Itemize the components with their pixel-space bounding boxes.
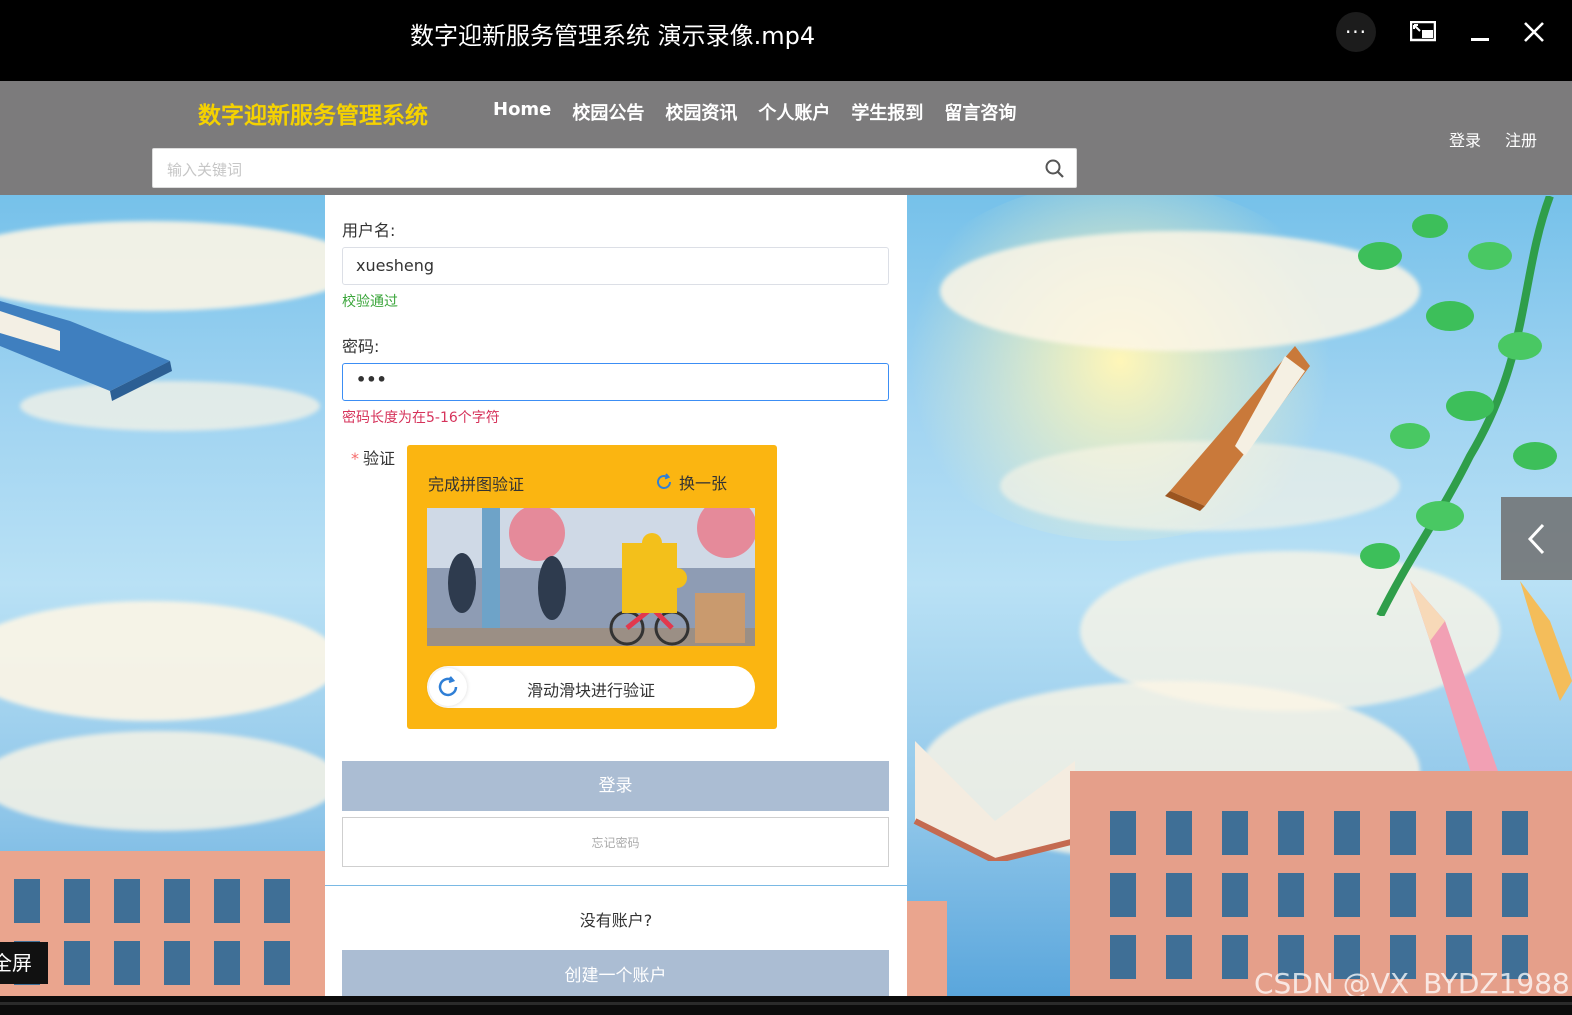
- no-account-text: 没有账户?: [579, 911, 653, 930]
- side-collapse-button[interactable]: [1501, 497, 1572, 580]
- captcha-slider-track: 滑动滑块进行验证: [427, 666, 755, 708]
- puzzle-captcha: 完成拼图验证 换一张 滑动滑块进行验证: [407, 445, 777, 729]
- nav-item-student-registration[interactable]: 学生报到: [851, 99, 923, 125]
- captcha-slider-text: 滑动滑块进行验证: [526, 681, 655, 700]
- captcha-refresh-button[interactable]: 换一张: [655, 470, 727, 494]
- picture-in-picture-button[interactable]: [1403, 12, 1443, 52]
- forgot-password-button[interactable]: 忘记密码: [342, 817, 889, 867]
- search-icon[interactable]: [1044, 158, 1066, 180]
- player-title-bar: 数字迎新服务管理系统 演示录像.mp4 ···: [0, 0, 1572, 81]
- password-value: •••: [356, 370, 387, 389]
- player-progress-bar[interactable]: [0, 996, 1572, 1015]
- chevron-left-icon: [1527, 523, 1544, 554]
- login-form: 用户名: xuesheng 校验通过 密码: ••• 密码长度为在5-16个字符…: [325, 195, 907, 885]
- more-options-button[interactable]: ···: [1336, 12, 1376, 52]
- username-label: 用户名:: [342, 221, 396, 240]
- main-nav: Home 校园公告 校园资讯 个人账户 学生报到 留言咨询: [493, 99, 1037, 125]
- password-validation-message: 密码长度为在5-16个字符: [342, 410, 500, 426]
- open-book-illustration: [913, 741, 1076, 861]
- minimize-icon: [1471, 38, 1489, 41]
- page-viewport: 数字迎新服务管理系统 Home 校园公告 校园资讯 个人账户 学生报到 留言咨询…: [0, 81, 1572, 996]
- password-label: 密码:: [342, 337, 380, 356]
- required-marker: *: [351, 449, 359, 468]
- fullscreen-tooltip: 全屏: [0, 942, 48, 984]
- nav-item-personal-account[interactable]: 个人账户: [758, 99, 830, 125]
- captcha-refresh-label: 换一张: [679, 474, 728, 493]
- refresh-icon: [657, 473, 671, 489]
- site-header: 数字迎新服务管理系统 Home 校园公告 校园资讯 个人账户 学生报到 留言咨询…: [0, 81, 1572, 195]
- player-title: 数字迎新服务管理系统 演示录像.mp4: [410, 22, 816, 50]
- watermark: CSDN @VX_BYDZ1988: [1254, 967, 1570, 996]
- login-button[interactable]: 登录: [342, 761, 889, 811]
- picture-in-picture-icon: [1410, 21, 1436, 42]
- book-illustration: [1165, 346, 1310, 511]
- username-validation-message: 校验通过: [342, 294, 398, 310]
- site-logo[interactable]: 数字迎新服务管理系统: [198, 96, 428, 130]
- captcha-label: * 验证: [351, 445, 395, 469]
- password-field[interactable]: •••: [342, 363, 889, 401]
- header-login-link[interactable]: 登录: [1449, 127, 1481, 151]
- close-icon: [1524, 22, 1544, 42]
- create-account-button[interactable]: 创建一个账户: [342, 950, 889, 996]
- username-field[interactable]: xuesheng: [342, 247, 889, 285]
- search-bar: [152, 148, 1077, 188]
- nav-item-home[interactable]: Home: [493, 99, 551, 125]
- header-register-link[interactable]: 注册: [1505, 127, 1537, 151]
- book-illustration: [0, 301, 172, 401]
- username-value: xuesheng: [356, 256, 435, 275]
- captcha-image: [427, 508, 755, 646]
- close-button[interactable]: [1514, 12, 1554, 52]
- captcha-title: 完成拼图验证: [428, 475, 525, 494]
- nav-item-message-consult[interactable]: 留言咨询: [944, 99, 1016, 125]
- minimize-button[interactable]: [1460, 12, 1500, 52]
- nav-item-campus-notice[interactable]: 校园公告: [572, 99, 644, 125]
- captcha-label-text: 验证: [363, 449, 396, 468]
- search-input[interactable]: [165, 157, 1029, 183]
- nav-item-campus-news[interactable]: 校园资讯: [665, 99, 737, 125]
- register-section: 没有账户? 创建一个账户: [325, 886, 907, 996]
